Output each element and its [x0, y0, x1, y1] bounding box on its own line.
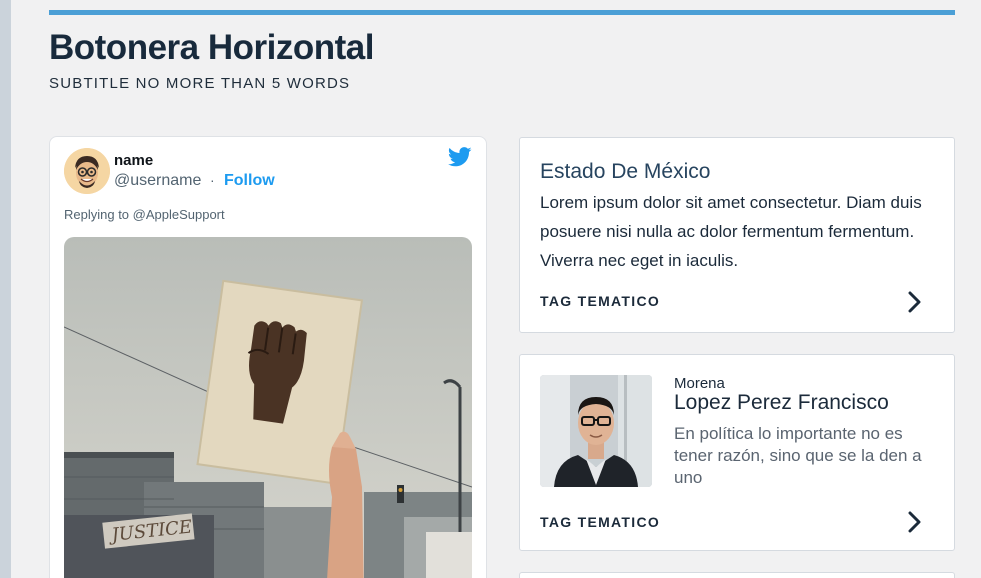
page-title: Botonera Horizontal: [49, 28, 374, 67]
person-name[interactable]: Lopez Perez Francisco: [674, 391, 889, 415]
follow-button[interactable]: Follow: [224, 172, 275, 190]
tweet-author-name[interactable]: name: [114, 152, 153, 169]
tweet-image[interactable]: JUSTICE: [64, 237, 472, 578]
person-quote: En política lo importante no es tener ra…: [674, 424, 922, 487]
chevron-right-icon[interactable]: [908, 511, 922, 533]
tweet-author-handle[interactable]: @username: [114, 172, 201, 190]
reply-context: Replying to @AppleSupport: [64, 207, 225, 222]
tweet-card: name @username · Follow Replying to @App…: [49, 136, 487, 578]
person-party: Morena: [674, 375, 725, 392]
separator-dot: ·: [210, 172, 215, 188]
chevron-right-icon[interactable]: [908, 291, 922, 313]
tag-label[interactable]: TAG TEMATICO: [540, 293, 660, 309]
tag-label[interactable]: TAG TEMATICO: [540, 514, 660, 530]
accent-bar: [49, 10, 955, 15]
page-subtitle: SUBTITLE NO MORE THAN 5 WORDS: [49, 75, 351, 92]
person-photo[interactable]: [540, 375, 652, 487]
twitter-bird-icon[interactable]: [448, 147, 472, 167]
left-rail: [0, 0, 11, 578]
news-card-title[interactable]: Estado De México: [540, 160, 710, 184]
avatar[interactable]: [64, 148, 110, 194]
next-card[interactable]: [519, 572, 955, 578]
news-card[interactable]: Estado De México Lorem ipsum dolor sit a…: [519, 137, 955, 333]
person-card[interactable]: Morena Lopez Perez Francisco En política…: [519, 354, 955, 551]
news-card-body: Lorem ipsum dolor sit amet consectetur. …: [540, 193, 922, 270]
